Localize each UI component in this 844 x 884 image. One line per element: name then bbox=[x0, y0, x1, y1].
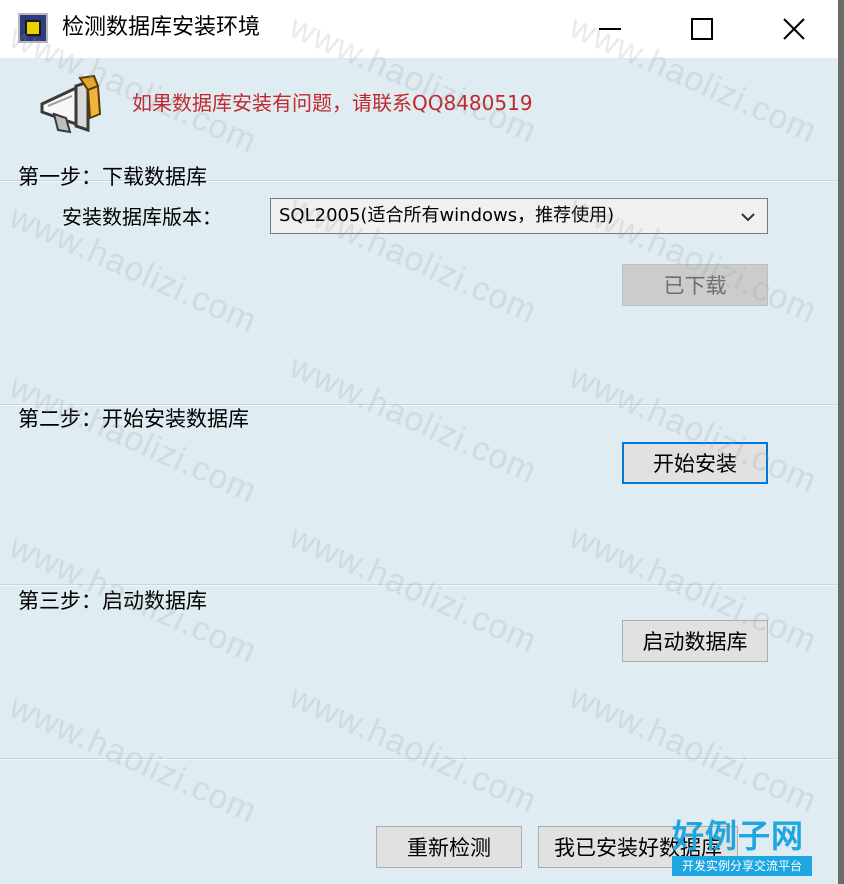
minimize-button[interactable] bbox=[564, 0, 656, 58]
version-label: 安装数据库版本： bbox=[62, 205, 222, 229]
app-window: 检测数据库安装环境 如果数据库安装有问题，请联系QQ8480519 第一步：下载… bbox=[0, 0, 844, 884]
step1-title: 第一步：下载数据库 bbox=[18, 165, 207, 189]
downloaded-button: 已下载 bbox=[622, 264, 768, 306]
titlebar[interactable]: 检测数据库安装环境 bbox=[0, 0, 838, 58]
watermark: www.haolizi.com bbox=[3, 367, 263, 511]
recheck-button[interactable]: 重新检测 bbox=[376, 826, 522, 868]
app-icon[interactable] bbox=[18, 13, 48, 43]
haolizi-logo: 好例子网 开发实例分享交流平台 bbox=[672, 818, 812, 876]
watermark: www.haolizi.com bbox=[283, 677, 543, 821]
watermark: www.haolizi.com bbox=[563, 677, 823, 821]
start-database-button[interactable]: 启动数据库 bbox=[622, 620, 768, 662]
watermark: www.haolizi.com bbox=[283, 347, 543, 491]
contact-text: 如果数据库安装有问题，请联系QQ8480519 bbox=[132, 91, 533, 115]
maximize-icon bbox=[691, 18, 713, 40]
minimize-icon bbox=[599, 28, 621, 30]
watermark: www.haolizi.com bbox=[283, 517, 543, 661]
logo-main-text: 好例子网 bbox=[672, 817, 805, 855]
window-title: 检测数据库安装环境 bbox=[62, 15, 261, 40]
maximize-button[interactable] bbox=[656, 0, 748, 58]
close-icon bbox=[783, 18, 805, 40]
close-button[interactable] bbox=[748, 0, 838, 58]
step2-title: 第二步：开始安装数据库 bbox=[18, 407, 249, 431]
version-select-value: SQL2005(适合所有windows，推荐使用) bbox=[279, 205, 615, 226]
separator-highlight bbox=[0, 759, 838, 760]
megaphone-icon bbox=[40, 74, 102, 134]
chevron-down-icon bbox=[741, 213, 755, 222]
start-install-button[interactable]: 开始安装 bbox=[622, 442, 768, 484]
step3-title: 第三步：启动数据库 bbox=[18, 589, 207, 613]
version-select[interactable]: SQL2005(适合所有windows，推荐使用) bbox=[270, 198, 768, 234]
logo-sub-text: 开发实例分享交流平台 bbox=[672, 856, 812, 876]
